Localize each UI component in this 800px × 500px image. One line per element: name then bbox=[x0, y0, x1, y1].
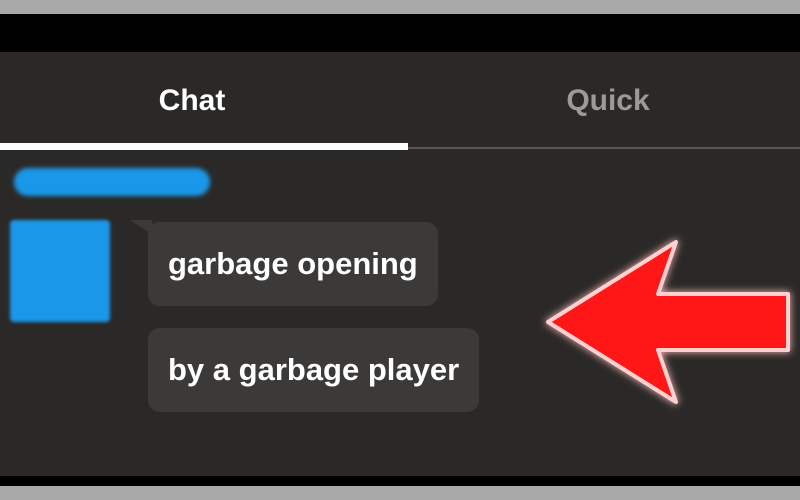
tab-divider bbox=[408, 147, 800, 149]
chat-message: garbage opening bbox=[148, 222, 438, 306]
tab-quick[interactable]: Quick bbox=[416, 52, 800, 150]
tab-bar: Chat Quick bbox=[0, 52, 800, 150]
blurred-username bbox=[14, 168, 210, 196]
tab-chat[interactable]: Chat bbox=[0, 52, 384, 150]
screen-frame: Chat Quick garbage opening by a garbage … bbox=[0, 14, 800, 486]
chat-panel: Chat Quick garbage opening by a garbage … bbox=[0, 52, 800, 476]
red-arrow-left-icon bbox=[546, 240, 790, 404]
chat-message: by a garbage player bbox=[148, 328, 480, 412]
blurred-avatar[interactable] bbox=[10, 220, 110, 322]
active-tab-indicator bbox=[0, 143, 408, 150]
